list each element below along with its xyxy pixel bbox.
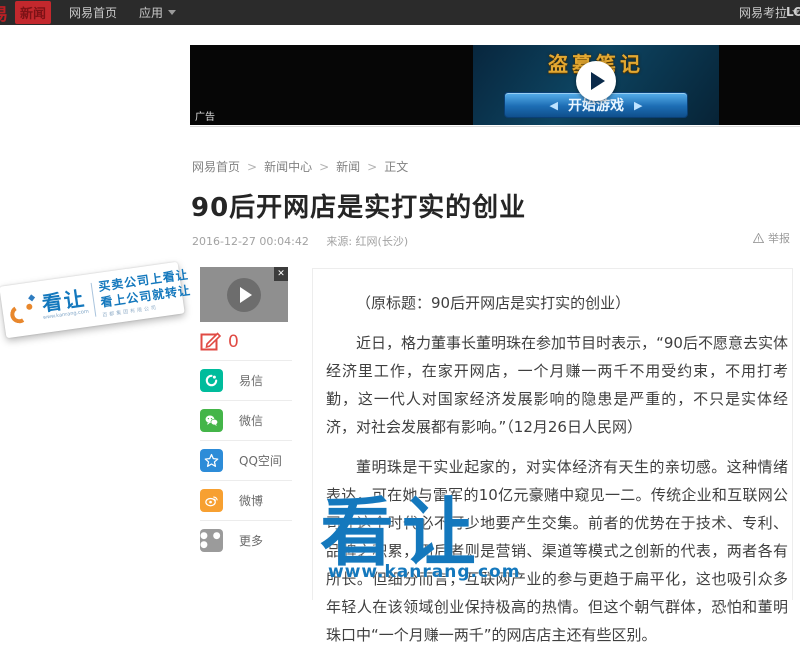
top-menu: 网易首页 应用: [69, 4, 176, 21]
share-item-label: 更多: [239, 532, 263, 549]
qzone-star-icon: [200, 449, 223, 472]
menu-item-kaola-label: 网易考拉: [739, 4, 787, 21]
share-item-qzone[interactable]: QQ空间: [200, 440, 292, 480]
ad-label: 广告: [195, 108, 215, 123]
breadcrumb-separator: >: [367, 160, 377, 174]
top-navbar: 易 新闻 网易首页 应用 网易考拉 LO: [0, 0, 800, 25]
sticker-slogans: 买卖公司上看让 看上公司就转让 百都集团有限公司: [97, 267, 193, 318]
share-item-more[interactable]: ● ● ● 更多: [200, 520, 292, 560]
menu-item-apps-label: 应用: [139, 4, 163, 21]
more-dots-glyph: ● ● ●: [200, 532, 223, 550]
comment-count: 0: [228, 332, 239, 352]
video-play-button[interactable]: [227, 278, 261, 312]
breadcrumb-home[interactable]: 网易首页: [192, 160, 240, 174]
menu-item-apps[interactable]: 应用: [139, 4, 176, 21]
kanrang-logo-icon: [8, 293, 38, 326]
comment-pencil-icon: [200, 331, 222, 352]
article-paragraph: 董明珠是干实业起家的，对实体经济有天生的亲切感。这种情绪表达，可在她与雷军的10…: [326, 453, 788, 649]
close-icon[interactable]: ✕: [274, 267, 288, 281]
share-item-label: 微信: [239, 412, 263, 429]
news-logo[interactable]: 新闻: [15, 1, 51, 24]
ad-play-button[interactable]: [576, 61, 616, 101]
chevron-down-icon: [168, 10, 176, 15]
menu-item-lofter-clipped[interactable]: LO: [786, 5, 800, 19]
menu-item-home[interactable]: 网易首页: [69, 4, 117, 21]
banner-divider: [190, 126, 800, 127]
share-item-weibo[interactable]: 微博: [200, 480, 292, 520]
comment-entry[interactable]: 0: [200, 331, 239, 352]
source-label: 来源:: [326, 235, 352, 248]
arrow-left-icon: ◀: [550, 99, 558, 112]
sticker-brand-block: 看让 www.kanrang.com: [40, 287, 89, 320]
report-label: 举报: [768, 230, 790, 246]
play-icon: [591, 72, 605, 90]
share-item-yixin[interactable]: 易信: [200, 360, 292, 400]
share-item-label: 微博: [239, 492, 263, 509]
breadcrumb-separator: >: [319, 160, 329, 174]
weibo-icon: [200, 489, 223, 512]
game-ad-image[interactable]: 盗墓笔记 ◀ 开始游戏 ▶: [473, 45, 719, 125]
more-dots-icon: ● ● ●: [200, 529, 223, 552]
sticker-divider: [91, 283, 97, 317]
breadcrumb-current: 正文: [384, 160, 408, 174]
share-item-wechat[interactable]: 微信: [200, 400, 292, 440]
ad-banner[interactable]: 盗墓笔记 ◀ 开始游戏 ▶ 广告: [190, 45, 800, 125]
breadcrumb: 网易首页 > 新闻中心 > 新闻 > 正文: [192, 158, 408, 175]
article-paragraph: 近日，格力董事长董明珠在参加节目时表示，“90后不愿意去实体经济里工作，在家开网…: [326, 329, 788, 441]
netease-logo-partial[interactable]: 易: [0, 0, 13, 25]
menu-item-home-label: 网易首页: [69, 4, 117, 21]
arrow-right-icon: ▶: [634, 99, 642, 112]
yixin-icon: [200, 369, 223, 392]
report-button[interactable]: 举报: [753, 230, 790, 246]
article-meta: 2016-12-27 00:04:42 来源: 红网(长沙): [192, 233, 408, 249]
share-list: 易信 微信 QQ空间: [200, 360, 292, 560]
play-icon: [240, 287, 252, 303]
share-item-label: QQ空间: [239, 452, 282, 469]
article-content: （原标题：90后开网店是实打实的创业） 近日，格力董事长董明珠在参加节目时表示，…: [312, 268, 793, 600]
share-item-label: 易信: [239, 372, 263, 389]
article-source[interactable]: 红网(长沙): [356, 235, 409, 248]
article-paragraph: （原标题：90后开网店是实打实的创业）: [326, 289, 788, 317]
breadcrumb-separator: >: [247, 160, 257, 174]
video-thumbnail[interactable]: ✕: [200, 267, 288, 322]
warning-icon: [753, 233, 764, 243]
kanrang-sticker-banner: 看让 www.kanrang.com 买卖公司上看让 看上公司就转让 百都集团有…: [0, 262, 185, 339]
wechat-icon: [200, 409, 223, 432]
article-date: 2016-12-27 00:04:42: [192, 235, 309, 248]
breadcrumb-news[interactable]: 新闻: [336, 160, 360, 174]
breadcrumb-news-center[interactable]: 新闻中心: [264, 160, 312, 174]
page-title: 90后开网店是实打实的创业: [191, 187, 526, 224]
